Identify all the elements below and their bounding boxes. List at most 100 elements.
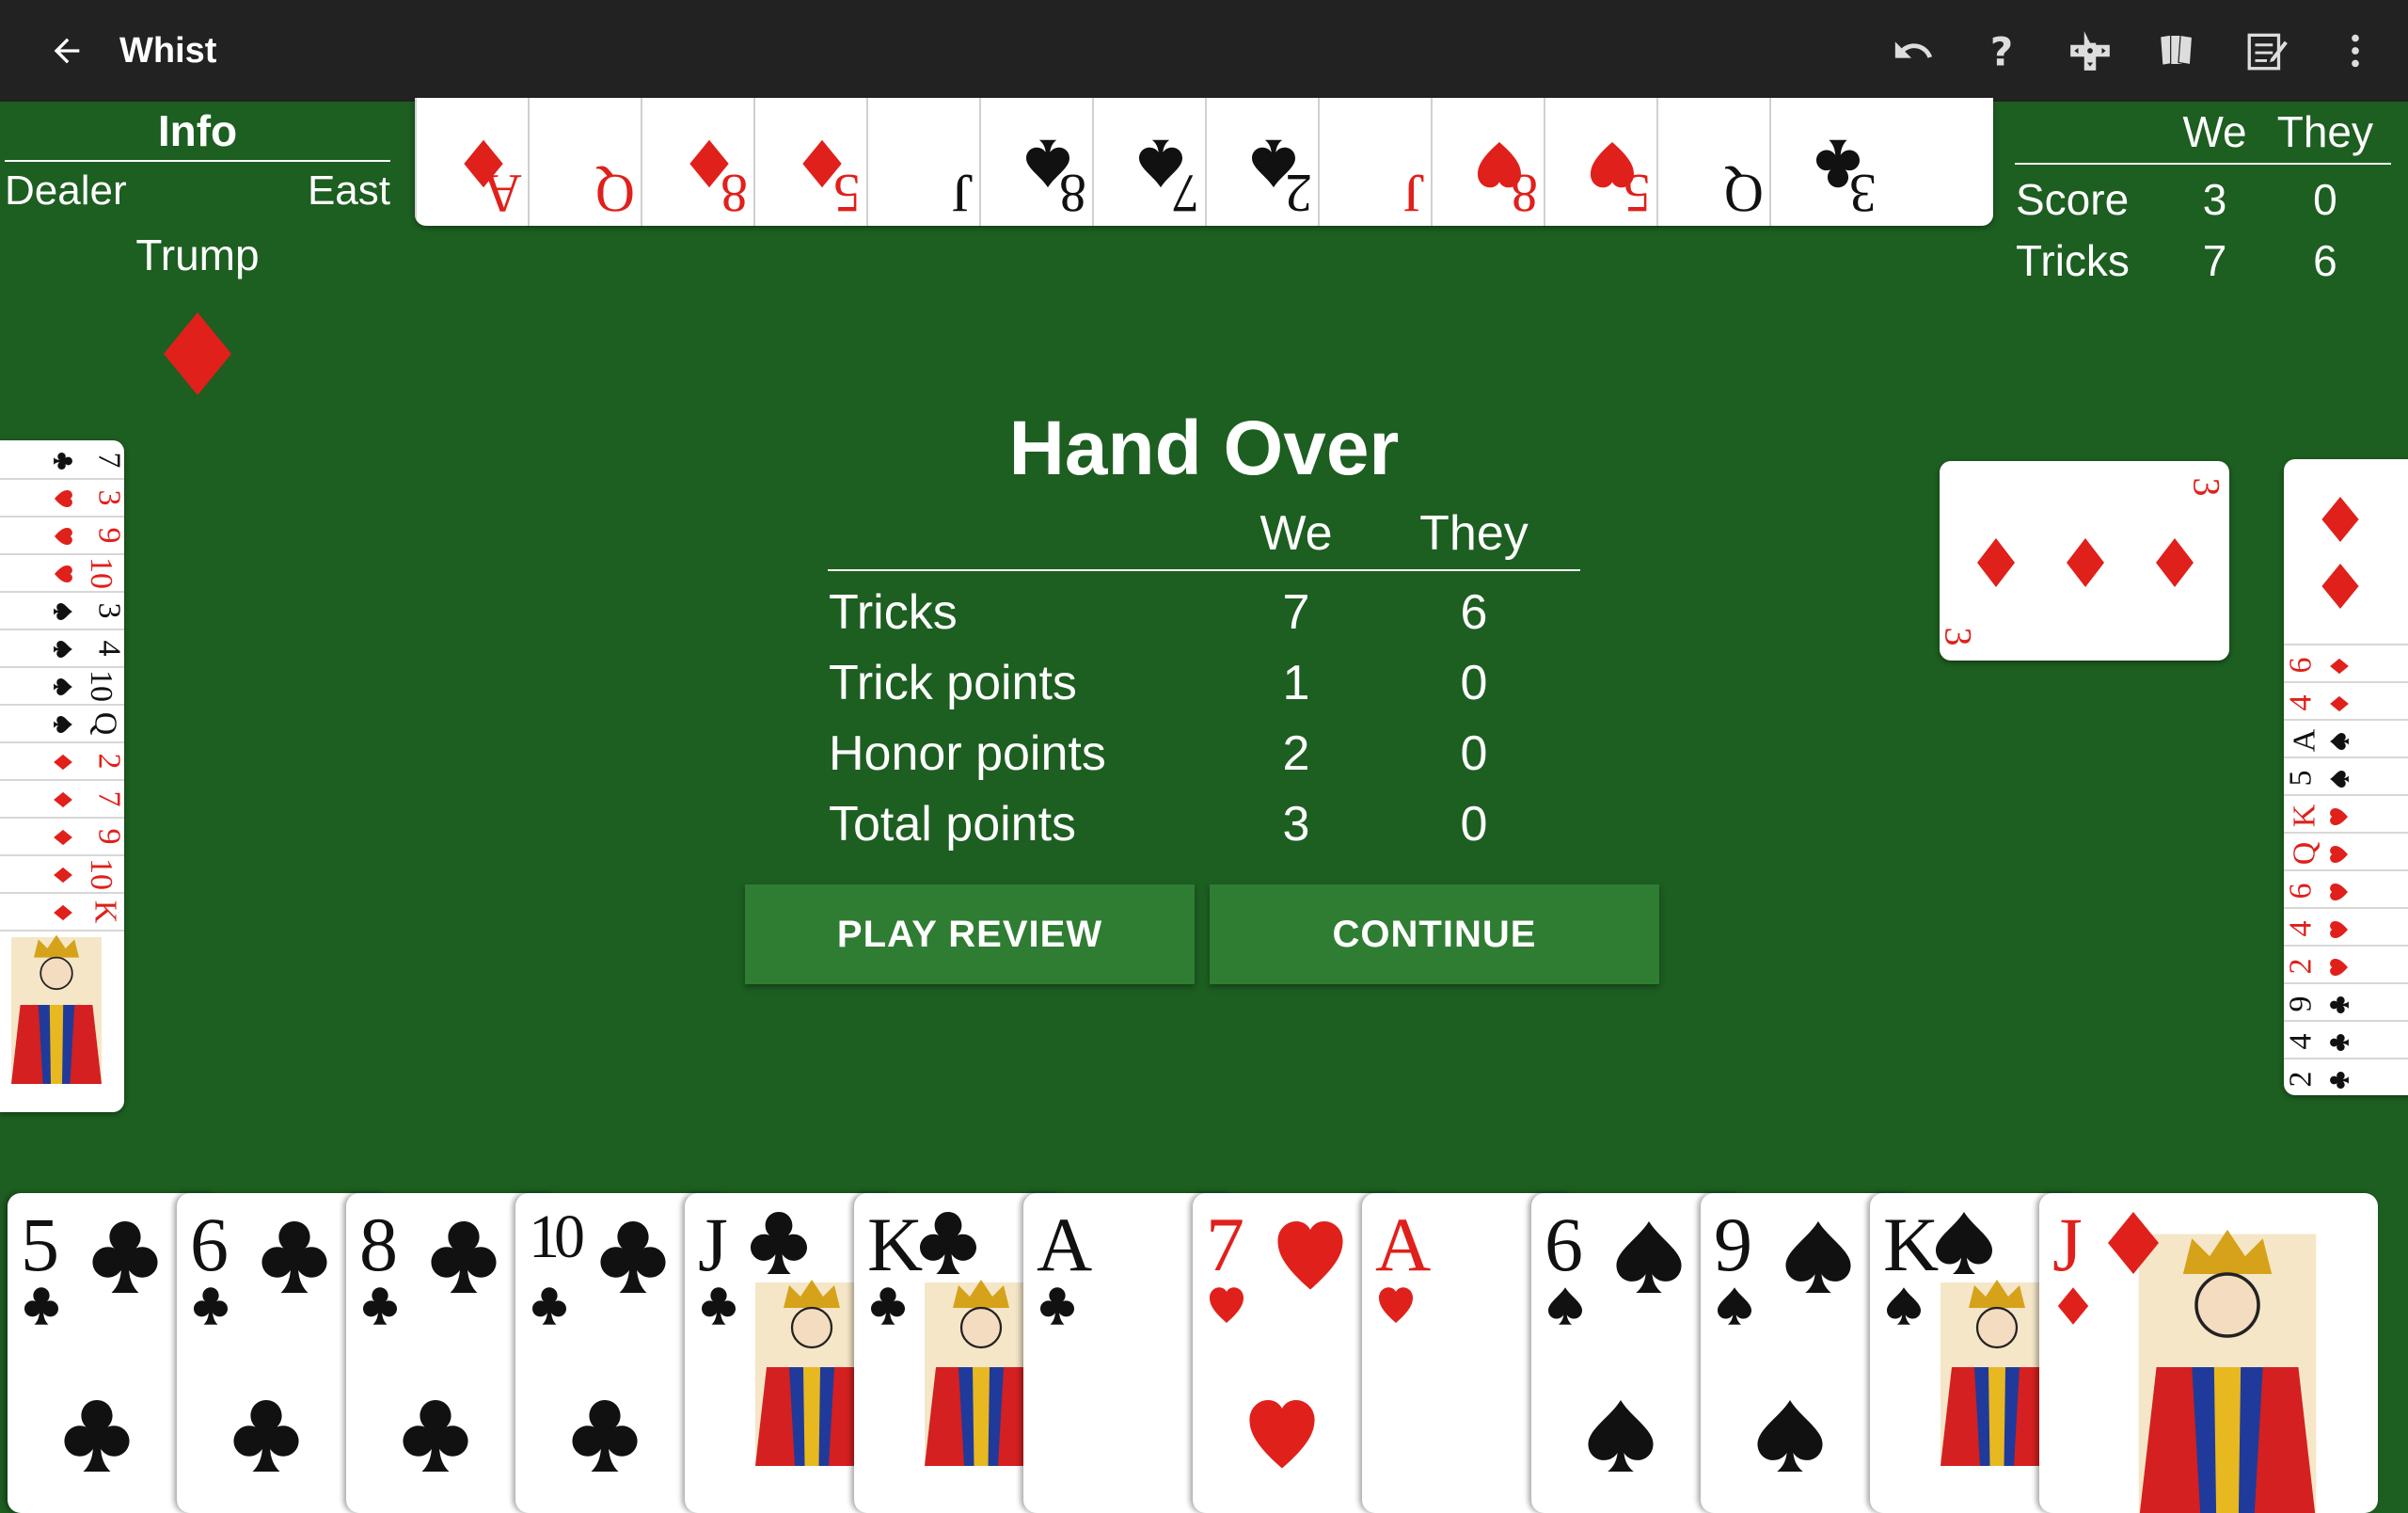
card-3-of-spades: 3 [0,591,124,630]
card-5-of-hearts: 5 [1544,98,1660,226]
card-rank: J [698,1202,728,1287]
spades-suit-icon [1616,1221,1682,1293]
card-rank: 7 [91,790,125,807]
card-rank: 8 [721,163,748,224]
undo-icon[interactable] [1879,17,1947,85]
app-bar: Whist ? [0,0,2408,102]
clubs-suit-icon [2330,996,2349,1013]
card-rank: 9 [91,828,125,845]
clubs-suit-icon [600,1221,666,1293]
spades-suit-icon [54,678,72,695]
card-3-of-clubs: 3 [1769,98,1886,226]
clubs-suit-icon [24,1287,58,1325]
card-Q-of-hearts: Q [2284,832,2408,871]
arrow-back-icon[interactable] [33,17,101,85]
clubs-suit-icon [920,1212,976,1274]
card-rank: 9 [2284,995,2319,1012]
card-rank: 8 [359,1202,398,1287]
table-row: Tricks 7 6 [828,570,1580,642]
card-10-of-diamonds: 10 [0,854,124,894]
card-5-of-spades: 5 [2284,756,2408,796]
continue-button[interactable]: CONTINUE [1210,884,1659,984]
help-icon[interactable]: ? [1968,17,2036,85]
card-K-of-hearts: K [2284,794,2408,834]
card-9-of-diamonds: 9 [0,817,124,856]
clubs-suit-icon [1040,1287,1074,1325]
clubs-suit-icon [194,1287,228,1325]
toolbar-actions: ? [1879,17,2389,85]
card-rank: 4 [2284,694,2319,711]
clubs-suit-icon [2330,1072,2349,1089]
dialog-col-we: We [1225,504,1368,571]
card-rank: A [2287,728,2322,753]
card-rank: 10 [529,1202,585,1271]
card-8-of-diamonds: 8 [641,98,757,226]
tricks-they: 6 [2313,236,2337,285]
card-J-of-spades: J [866,98,983,226]
card-6-of-hearts: 6 [2284,869,2408,909]
card-2-of-diamonds: 2 [0,741,124,781]
played-card-east: 3 3 [1938,461,2229,661]
hearts-suit-icon [1249,1400,1315,1469]
card-rank: 5 [1624,163,1651,224]
dealer-value: East [307,167,390,214]
hearts-suit-icon [2330,846,2348,863]
card-4-of-hearts: 4 [2284,907,2408,947]
card-rank: 5 [833,163,861,224]
clubs-suit-icon [403,1400,468,1472]
card-rank: 5 [21,1202,59,1287]
card-4-of-spades: 4 [0,629,124,668]
table-row: Total points 3 0 [828,783,1580,853]
card-rank: 8 [1059,163,1086,224]
card-7-of-clubs: 7 [0,440,124,480]
card-rank: 6 [1545,1202,1583,1287]
svg-text:?: ? [1990,29,2013,72]
clubs-suit-icon [261,1221,327,1293]
hearts-suit-icon [2330,959,2348,976]
card-5-of-diamonds: 5 [753,98,870,226]
dpad-icon[interactable] [2056,17,2124,85]
dealer-row: Dealer East [5,167,390,215]
hearts-suit-icon [55,490,72,507]
card-A-of-diamonds: A [415,98,531,226]
card-2-of-clubs: 2 [2284,1058,2408,1095]
cards-icon[interactable] [2145,17,2212,85]
row-label: Trick points [829,656,1077,710]
spades-suit-icon [1936,1212,1992,1274]
row-they: 0 [1460,797,1488,852]
app-title: Whist [119,30,217,71]
notepad-icon[interactable] [2233,17,2301,85]
card-rank: 7 [91,452,125,469]
card-rank: A [1375,1202,1432,1287]
tricks-row-label: Tricks [2016,236,2130,285]
card-rank: 2 [1285,163,1312,224]
clubs-suit-icon [572,1400,638,1472]
card-Q-of-diamonds: Q [528,98,644,226]
card-J-of-diamonds[interactable]: J [2039,1193,2378,1513]
row-we: 2 [1282,726,1310,781]
card-Q-of-spades: Q [0,704,124,743]
card-rank: 2 [91,753,125,770]
spades-suit-icon [1588,1400,1654,1472]
dialog-title: Hand Over [1008,406,1400,491]
card-rank: 3 [1849,163,1877,224]
hearts-suit-icon [2330,808,2348,825]
more-vert-icon[interactable] [2321,17,2389,85]
hearts-suit-icon [1379,1287,1413,1323]
row-they: 0 [1460,656,1488,710]
card-Q-of-clubs: Q [1656,98,1773,226]
card-2-of-spades: 2 [1205,98,1322,226]
dialog-col-they: They [1367,504,1580,571]
table-row: Trick points 1 0 [828,642,1580,712]
card-rank: J [952,163,974,224]
card-10-of-spades: 10 [0,666,124,706]
clubs-suit-icon [92,1221,158,1293]
card-rank: 8 [1511,163,1538,224]
play-review-button[interactable]: PLAY REVIEW [745,884,1195,984]
hearts-suit-icon [1210,1287,1244,1323]
hearts-suit-icon [55,528,72,545]
hearts-suit-icon [2330,884,2348,900]
card-rank: 6 [190,1202,229,1287]
card-rank: 3 [91,489,125,506]
card-10-of-hearts: 10 [0,553,124,593]
